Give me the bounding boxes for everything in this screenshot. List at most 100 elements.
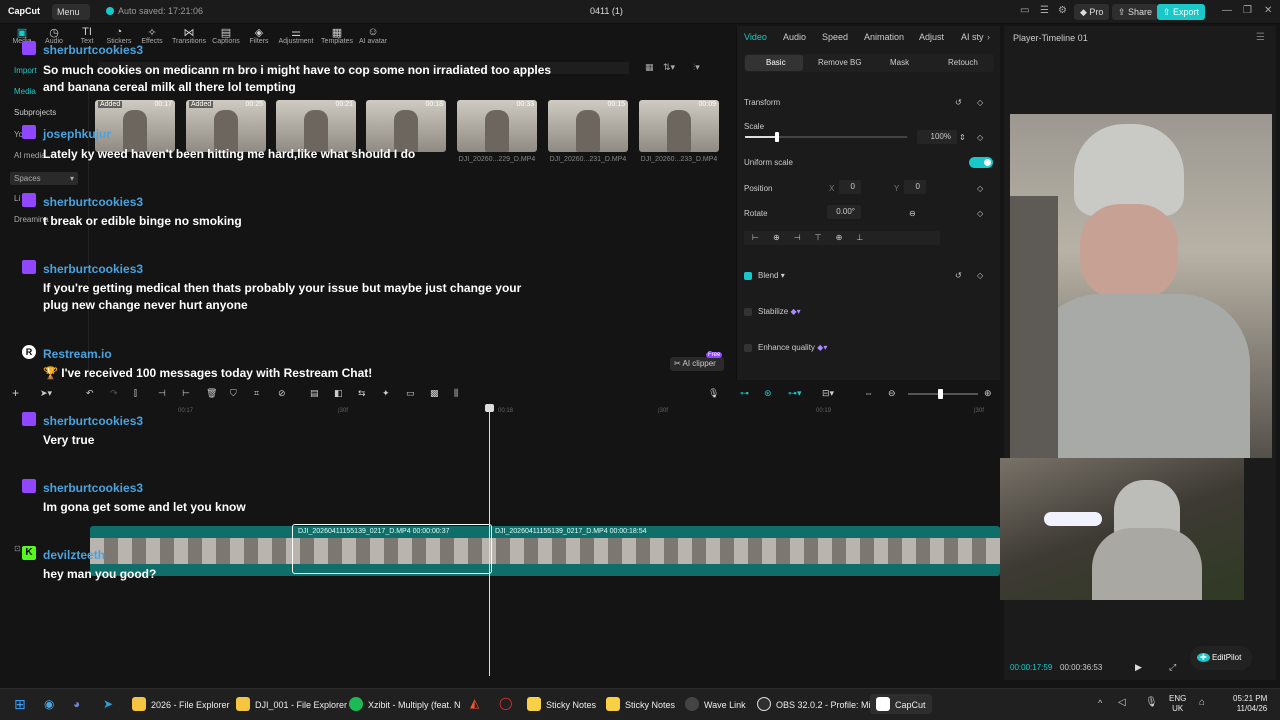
filter-icon[interactable]: ⫶▾ — [693, 62, 700, 73]
close-icon[interactable]: ✕ — [1264, 5, 1272, 16]
image-icon[interactable]: ▩ — [430, 388, 439, 399]
microphone-icon[interactable]: 🎙 — [1145, 697, 1158, 708]
network-icon[interactable]: ⌂ — [1199, 697, 1205, 708]
play-icon[interactable]: ▶ — [1135, 662, 1142, 673]
tab-video[interactable]: Video — [744, 32, 767, 42]
snap-icon[interactable]: ⊛ — [764, 388, 772, 399]
rotate-input[interactable]: 0.00° — [827, 205, 861, 219]
split-icon[interactable]: ⫿ — [134, 388, 137, 399]
microphone-icon[interactable]: 🎙 — [708, 388, 719, 399]
position-x-input[interactable]: 0 — [839, 180, 861, 194]
discord-icon[interactable]: ◕ — [73, 697, 80, 711]
reset-icon[interactable]: ↺ — [955, 271, 962, 280]
sidebar-item-subprojects[interactable]: Subprojects — [14, 108, 56, 117]
position-y-input[interactable]: 0 — [904, 180, 926, 194]
sidebar-item-spaces[interactable]: Spaces ▾ — [10, 172, 78, 185]
delete-icon[interactable]: 🗑 — [206, 388, 217, 399]
keyframe-icon[interactable]: ◇ — [977, 133, 983, 142]
split-screen-icon[interactable]: ⊟▾ — [822, 388, 834, 399]
split-left-icon[interactable]: ⊣ — [158, 388, 166, 399]
clock[interactable]: 05:21 PM 11/04/26 — [1233, 694, 1267, 714]
magic-icon[interactable]: ✦ — [382, 388, 390, 399]
settings-icon[interactable]: ⚙ — [1058, 5, 1067, 16]
media-thumb[interactable]: 00:21 — [276, 100, 356, 152]
reverse-icon[interactable]: ⇆ — [358, 388, 366, 399]
tab-animation[interactable]: Animation — [864, 32, 904, 42]
uniform-scale-toggle[interactable] — [969, 157, 993, 168]
blend-checkbox[interactable] — [744, 272, 752, 280]
opera-icon[interactable]: ◯ — [499, 696, 512, 710]
share-button[interactable]: ⇪ Share — [1112, 4, 1159, 20]
taskbar-item-sticky-notes-2[interactable]: Sticky Notes — [606, 697, 675, 711]
outlook-icon[interactable]: ◉ — [44, 697, 54, 711]
sidebar-item-ai-media[interactable]: AI media — [14, 151, 46, 160]
editpilot-button[interactable]: ✚ EditPilot — [1190, 646, 1252, 670]
zoom-slider-handle[interactable] — [938, 389, 943, 399]
freeze-icon[interactable]: ▤ — [310, 388, 319, 399]
shield-icon[interactable]: ⛉ — [230, 388, 237, 399]
crop-icon[interactable]: ⌗ — [254, 388, 259, 399]
taskbar-item-obs[interactable]: OBS 32.0.2 - Profile: Mil — [757, 697, 873, 711]
caption-icon[interactable]: ▭ — [406, 388, 415, 399]
taskbar-item-file-explorer[interactable]: 2026 - File Explorer — [132, 697, 230, 711]
keyframe-icon[interactable]: ◇ — [977, 98, 983, 107]
language-indicator[interactable]: ENG UK — [1169, 694, 1186, 714]
menu-icon[interactable]: ☰ — [1256, 32, 1265, 43]
telegram-icon[interactable]: ➤ — [103, 697, 113, 711]
taskbar-item-spotify[interactable]: Xzibit - Multiply (feat. N — [349, 697, 461, 711]
redo-icon[interactable]: ↷ — [110, 388, 118, 399]
waveform-icon[interactable]: ⫼ — [454, 388, 458, 399]
media-thumb[interactable]: 00:15 — [548, 100, 628, 152]
grid-view-icon[interactable]: ▦ — [645, 62, 654, 73]
subtab-basic[interactable]: Basic — [766, 58, 786, 67]
menu-button[interactable]: Menu — [52, 4, 90, 20]
reset-icon[interactable]: ↺ — [955, 98, 962, 107]
link-icon[interactable]: ⊶ — [740, 388, 749, 399]
speed-icon[interactable]: ⊘ — [278, 388, 286, 399]
sidebar-item-import[interactable]: Import — [14, 66, 37, 75]
tab-audio-settings[interactable]: Audio — [783, 32, 806, 42]
tab-captions[interactable]: ▤ Captions — [208, 26, 244, 45]
tab-ai-avatar[interactable]: ☺ AI avatar — [355, 26, 391, 45]
chevron-up-icon[interactable]: ^ — [1098, 698, 1102, 708]
subtab-remove-bg[interactable]: Remove BG — [818, 58, 862, 67]
tab-templates[interactable]: ▦ Templates — [319, 26, 355, 45]
flip-icon[interactable]: ⊖ — [909, 209, 916, 218]
tab-adjust[interactable]: Adjust — [919, 32, 944, 42]
start-icon[interactable]: ⊞ — [14, 696, 26, 713]
taskbar-item-file-explorer-2[interactable]: DJI_001 - File Explorer — [236, 697, 347, 711]
undo-icon[interactable]: ↶ — [86, 388, 94, 399]
taskbar-item-wave-link[interactable]: Wave Link — [685, 697, 746, 711]
sort-icon[interactable]: ⇅▾ — [663, 62, 675, 73]
keyframe-icon[interactable]: ◇ — [977, 184, 983, 193]
brave-icon[interactable]: ◭ — [470, 696, 479, 710]
media-thumb[interactable]: 00:18 — [366, 100, 446, 152]
media-thumb[interactable]: 00:09 — [639, 100, 719, 152]
media-thumb[interactable]: Added 00:17 — [95, 100, 175, 152]
taskbar-item-capcut[interactable]: CapCut — [870, 694, 932, 714]
taskbar-item-sticky-notes[interactable]: Sticky Notes — [527, 697, 596, 711]
subtab-retouch[interactable]: Retouch — [948, 58, 978, 67]
zoom-in-icon[interactable]: ⊕ — [984, 388, 992, 399]
mirror-icon[interactable]: ◧ — [334, 388, 343, 399]
sidebar-item-library[interactable]: Li — [14, 194, 20, 203]
export-button[interactable]: ⇧ Export — [1157, 4, 1206, 20]
cursor-icon[interactable]: ➤▾ — [40, 388, 52, 399]
video-preview[interactable] — [1010, 114, 1272, 458]
ai-clipper-button[interactable]: ✂ AI clipper — [670, 357, 724, 371]
preview-axis-icon[interactable]: ⊶▾ — [788, 388, 802, 399]
subtab-mask[interactable]: Mask — [890, 58, 909, 67]
media-thumb[interactable]: 00:33 — [457, 100, 537, 152]
tab-filters[interactable]: ◈ Filters — [241, 26, 277, 45]
maximize-icon[interactable]: ❐ — [1243, 5, 1252, 16]
layout-icon[interactable]: ▭ — [1020, 5, 1029, 16]
tab-ai-style[interactable]: AI sty — [961, 32, 984, 42]
media-thumb[interactable]: Added 00:25 — [186, 100, 266, 152]
enhance-quality-checkbox[interactable] — [744, 344, 752, 352]
location-icon[interactable]: ◁ — [1118, 697, 1126, 708]
scale-slider-handle[interactable] — [775, 132, 779, 142]
fullscreen-icon[interactable]: ⤢ — [1169, 662, 1176, 673]
tab-adjustment[interactable]: ⚌ Adjustment — [278, 26, 314, 45]
pro-button[interactable]: ◆ Pro — [1074, 4, 1110, 20]
tab-speed[interactable]: Speed — [822, 32, 848, 42]
